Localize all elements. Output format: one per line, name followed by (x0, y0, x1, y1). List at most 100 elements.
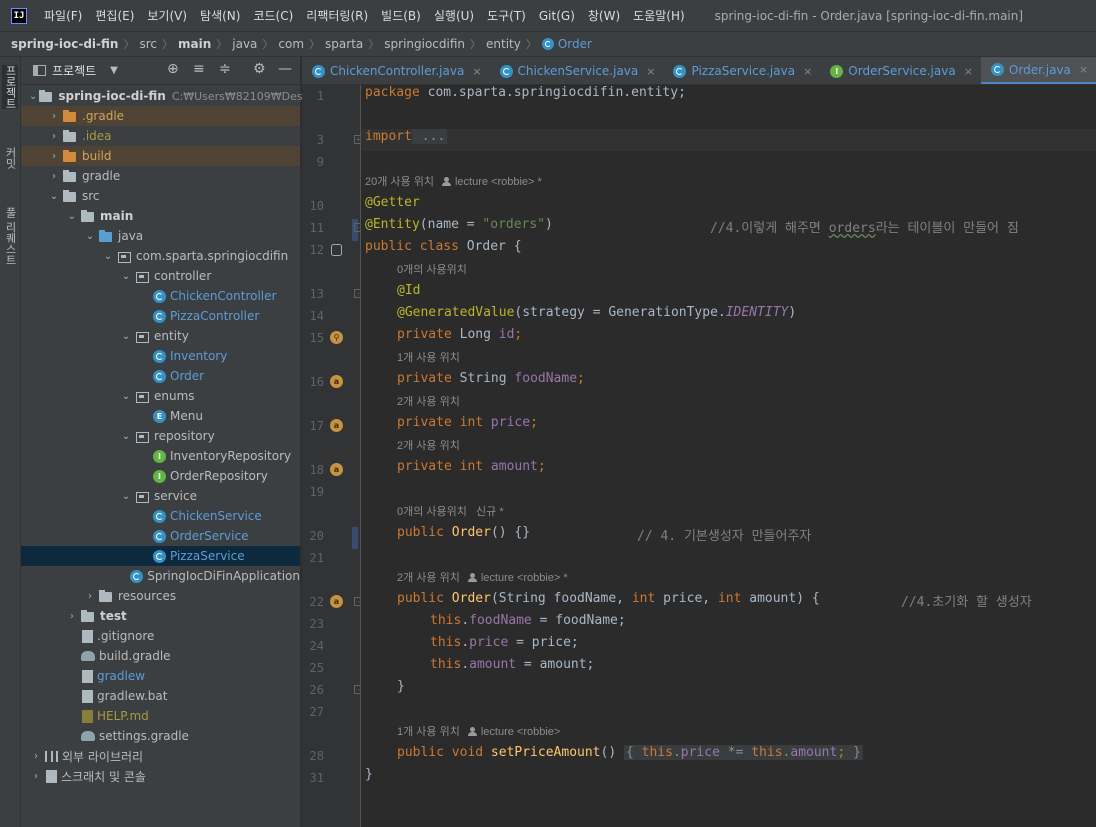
close-icon[interactable]: × (1079, 63, 1088, 76)
usage-hint[interactable]: 0개의 사용위치 신규 * (397, 503, 504, 525)
code-editor[interactable]: package com.sparta.springiocdifin.entity… (361, 85, 1096, 827)
tree-item[interactable]: PizzaService (21, 546, 300, 566)
chevron-down-icon[interactable]: ⌄ (65, 211, 79, 222)
tree-item[interactable]: Order (21, 366, 300, 386)
menu-file[interactable]: 파일(F) (44, 7, 82, 24)
tree-item[interactable]: .gitignore (21, 626, 300, 646)
tree-item[interactable]: › .gradle (21, 106, 300, 126)
menu-run[interactable]: 실행(U) (434, 7, 474, 24)
tree-item[interactable]: ⌄ repository (21, 426, 300, 446)
hide-panel-icon[interactable]: — (278, 61, 292, 77)
project-tool-button[interactable]: 프로젝트 (2, 65, 18, 109)
chevron-down-icon[interactable]: ⌄ (47, 191, 61, 202)
usage-hint[interactable]: 0개의 사용위치 (397, 261, 467, 283)
menu-git[interactable]: Git(G) (539, 9, 575, 23)
key-field-icon[interactable]: ⚲ (330, 331, 343, 344)
breadcrumb-sparta[interactable]: sparta (325, 37, 363, 51)
tree-item[interactable]: › 스크래치 및 콘솔 (21, 766, 300, 786)
menu-refactor[interactable]: 리팩터링(R) (306, 7, 368, 24)
tree-item[interactable]: ⌄ enums (21, 386, 300, 406)
breadcrumb-entity[interactable]: entity (486, 37, 521, 51)
breadcrumb-java[interactable]: java (232, 37, 257, 51)
collapse-all-icon[interactable]: ≑ (219, 61, 231, 77)
chevron-down-icon[interactable]: ⌄ (83, 231, 97, 242)
menu-build[interactable]: 빌드(B) (381, 7, 421, 24)
tree-item[interactable]: › test (21, 606, 300, 626)
tree-item[interactable]: ⌄ entity (21, 326, 300, 346)
tree-item[interactable]: › .idea (21, 126, 300, 146)
menu-tools[interactable]: 도구(T) (487, 7, 526, 24)
menu-navigate[interactable]: 탐색(N) (200, 7, 240, 24)
usage-hint[interactable]: 1개 사용 위치 (397, 349, 460, 371)
chevron-right-icon[interactable]: › (29, 751, 43, 762)
database-entity-icon[interactable] (331, 244, 342, 256)
tree-item[interactable]: ⌄ com.sparta.springiocdifin (21, 246, 300, 266)
pull-request-tool-button[interactable]: 풀 리퀘스트 (2, 207, 18, 266)
tree-item[interactable]: gradlew (21, 666, 300, 686)
editor-tab[interactable]: ChickenController.java × (302, 57, 490, 84)
field-icon[interactable]: a (330, 463, 343, 476)
chevron-down-icon[interactable]: ▼ (110, 65, 118, 76)
expand-all-icon[interactable]: ≡ (193, 61, 205, 77)
tree-item[interactable]: HELP.md (21, 706, 300, 726)
gear-icon[interactable]: ⚙ (253, 61, 266, 77)
tree-item[interactable]: settings.gradle (21, 726, 300, 746)
close-icon[interactable]: × (803, 65, 812, 78)
usage-hint[interactable]: 20개 사용 위치 lecture <robbie> * (365, 173, 542, 195)
menu-code[interactable]: 코드(C) (253, 7, 293, 24)
close-icon[interactable]: × (472, 65, 481, 78)
tree-item[interactable]: SpringIocDiFinApplication (21, 566, 300, 586)
tree-item[interactable]: Inventory (21, 346, 300, 366)
editor-tab[interactable]: ChickenService.java × (490, 57, 664, 84)
editor-tab[interactable]: I OrderService.java × (820, 57, 981, 84)
editor-tab[interactable]: PizzaService.java × (663, 57, 820, 84)
tree-item[interactable]: PizzaController (21, 306, 300, 326)
tree-item[interactable]: › resources (21, 586, 300, 606)
field-icon[interactable]: a (330, 595, 343, 608)
tree-item[interactable]: gradlew.bat (21, 686, 300, 706)
commit-tool-button[interactable]: 커밋 (2, 147, 18, 169)
usage-hint[interactable]: 2개 사용 위치 lecture <robbie> * (397, 569, 568, 591)
tree-item[interactable]: ⌄ src (21, 186, 300, 206)
tree-item[interactable]: E Menu (21, 406, 300, 426)
breadcrumb-springiocdifin[interactable]: springiocdifin (384, 37, 465, 51)
chevron-right-icon[interactable]: › (47, 111, 61, 122)
tree-item[interactable]: › 외부 라이브러리 (21, 746, 300, 766)
tree-item[interactable]: ⌄ service (21, 486, 300, 506)
chevron-right-icon[interactable]: › (29, 771, 43, 782)
tree-item[interactable]: build.gradle (21, 646, 300, 666)
tree-item[interactable]: ⌄ main (21, 206, 300, 226)
tree-item[interactable]: ChickenController (21, 286, 300, 306)
tree-item[interactable]: ⌄ spring-ioc-di-fin C:₩Users₩82109₩Deskto (21, 86, 320, 106)
usage-hint[interactable]: 1개 사용 위치 lecture <robbie> (397, 723, 560, 745)
chevron-right-icon[interactable]: › (47, 131, 61, 142)
chevron-down-icon[interactable]: ⌄ (101, 251, 115, 262)
project-panel-title[interactable]: 프로젝트 (52, 62, 96, 79)
chevron-right-icon[interactable]: › (47, 171, 61, 182)
menu-window[interactable]: 창(W) (588, 7, 620, 24)
chevron-down-icon[interactable]: ⌄ (119, 271, 133, 282)
folded-imports[interactable]: ... (411, 129, 448, 144)
editor-tab[interactable]: Order.java × (980, 57, 1096, 84)
chevron-right-icon[interactable]: › (83, 591, 97, 602)
tree-item[interactable]: I OrderRepository (21, 466, 300, 486)
tree-item[interactable]: ChickenService (21, 506, 300, 526)
usage-hint[interactable]: 2개 사용 위치 (397, 393, 460, 415)
menu-help[interactable]: 도움말(H) (633, 7, 685, 24)
tree-item[interactable]: ⌄ controller (21, 266, 300, 286)
breadcrumb-main[interactable]: main (178, 37, 211, 51)
tree-item[interactable]: ⌄ java (21, 226, 300, 246)
chevron-right-icon[interactable]: › (47, 151, 61, 162)
close-icon[interactable]: × (964, 65, 973, 78)
tree-item[interactable]: › build (21, 146, 300, 166)
breadcrumb-src[interactable]: src (139, 37, 157, 51)
usage-hint[interactable]: 2개 사용 위치 (397, 437, 460, 459)
tree-item[interactable]: OrderService (21, 526, 300, 546)
chevron-right-icon[interactable]: › (65, 611, 79, 622)
close-icon[interactable]: × (646, 65, 655, 78)
menu-view[interactable]: 보기(V) (147, 7, 187, 24)
chevron-down-icon[interactable]: ⌄ (119, 331, 133, 342)
breadcrumb-project[interactable]: spring-ioc-di-fin (11, 37, 118, 51)
chevron-down-icon[interactable]: ⌄ (29, 91, 37, 102)
tree-item[interactable]: › gradle (21, 166, 300, 186)
